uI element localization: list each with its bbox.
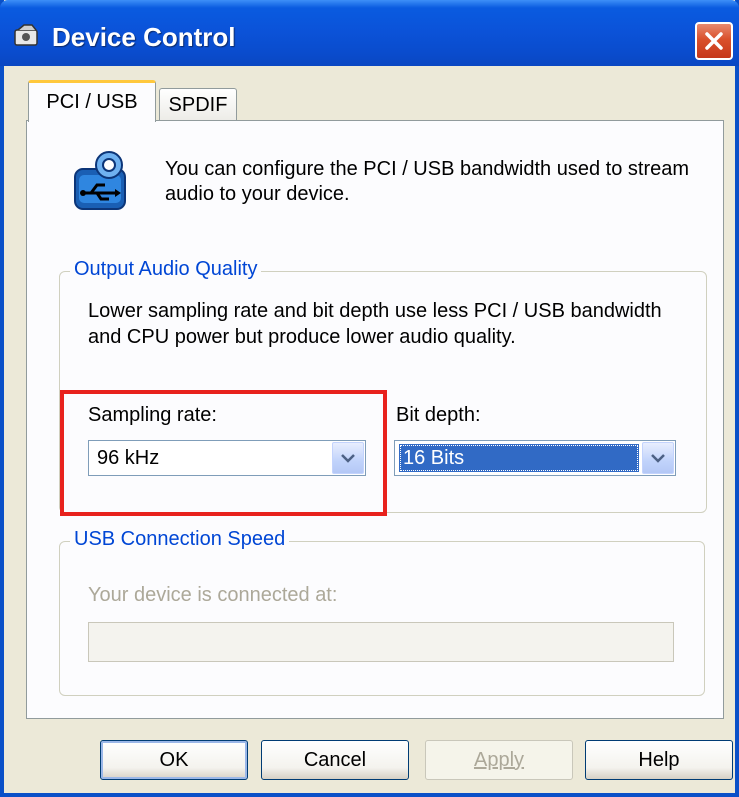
output-audio-quality-legend: Output Audio Quality: [70, 258, 262, 281]
bit-depth-dropdown[interactable]: 16 Bits: [394, 440, 676, 476]
bit-depth-dropdown-button[interactable]: [642, 442, 674, 474]
apply-button[interactable]: Apply: [425, 740, 573, 780]
usb-connection-speed-legend: USB Connection Speed: [70, 528, 290, 551]
bit-depth-value: 16 Bits: [399, 444, 639, 472]
sampling-rate-highlight-annotation: [60, 390, 387, 516]
cancel-button[interactable]: Cancel: [261, 740, 409, 780]
chevron-down-icon: [651, 454, 665, 463]
tab-spdif[interactable]: SPDIF: [159, 88, 237, 122]
usb-audio-icon: [71, 149, 131, 213]
close-x-icon: [705, 32, 723, 50]
usb-connection-description: Your device is connected at:: [88, 584, 338, 606]
device-control-window: Device Control PCI / USB SPDIF You can c…: [0, 0, 739, 797]
title-bar[interactable]: Device Control: [0, 0, 739, 66]
output-quality-description: Lower sampling rate and bit depth use le…: [88, 300, 662, 348]
usb-connection-speed-field: [88, 622, 674, 662]
window-title: Device Control: [52, 22, 236, 52]
tab-pci-usb[interactable]: PCI / USB: [28, 80, 156, 122]
apply-label: Apply: [473, 748, 525, 771]
usb-connection-speed-group: USB Connection Speed Your device is conn…: [59, 528, 705, 696]
close-button[interactable]: [695, 22, 733, 60]
help-button[interactable]: Help: [585, 740, 733, 780]
app-icon: [14, 24, 40, 48]
intro-text: You can configure the PCI / USB bandwidt…: [165, 158, 690, 205]
ok-button[interactable]: OK: [100, 740, 248, 780]
bit-depth-label: Bit depth:: [396, 404, 481, 426]
